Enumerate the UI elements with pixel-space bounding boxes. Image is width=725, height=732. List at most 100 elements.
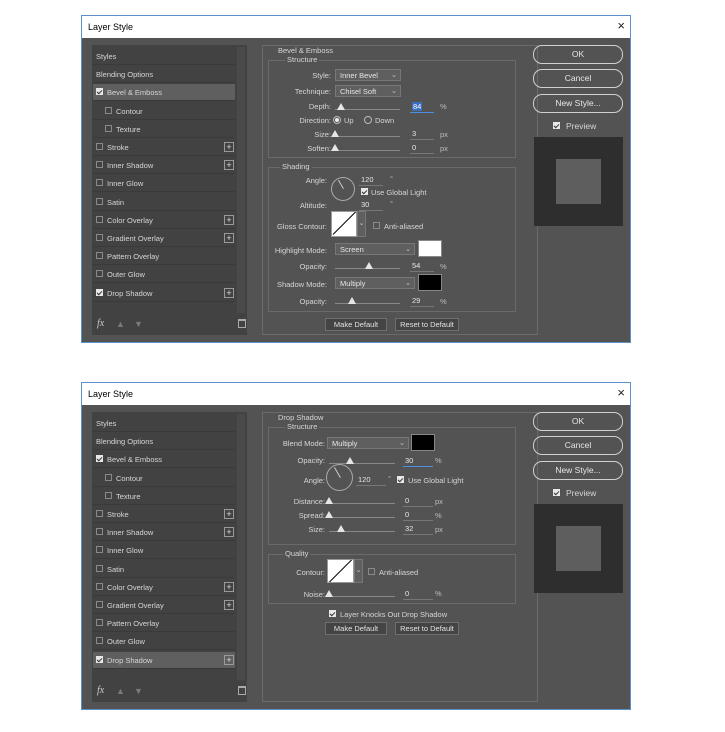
new-style-button[interactable]: New Style...	[533, 461, 623, 480]
style-item-satin[interactable]: Satin	[93, 561, 235, 578]
shadow-opacity-thumb[interactable]	[348, 297, 356, 304]
style-item-pattern-overlay[interactable]: Pattern Overlay	[93, 615, 235, 633]
style-checkbox[interactable]	[105, 124, 112, 132]
style-item-styles[interactable]: Styles	[93, 48, 235, 65]
reset-to-default-button[interactable]: Reset to Default	[395, 622, 459, 635]
style-checkbox[interactable]	[96, 143, 103, 150]
highlight-color-swatch[interactable]	[418, 240, 442, 257]
style-checkbox[interactable]	[96, 546, 103, 554]
style-item-inner-glow[interactable]: Inner Glow	[93, 175, 235, 193]
style-item-texture[interactable]: Texture	[93, 488, 235, 505]
style-checkbox[interactable]	[96, 601, 103, 608]
new-style-button[interactable]: New Style...	[533, 94, 623, 113]
fx-button[interactable]: fx	[97, 318, 104, 329]
cancel-button[interactable]: Cancel	[533, 436, 623, 455]
style-item-gradient-overlay[interactable]: Gradient Overlay +	[93, 597, 235, 614]
highlight-mode-select[interactable]: Screen ⌄	[335, 243, 415, 255]
angle-dial[interactable]	[331, 177, 355, 201]
style-item-contour[interactable]: Contour	[93, 103, 235, 120]
distance-field[interactable]: 0	[403, 496, 433, 507]
style-checkbox[interactable]	[105, 491, 112, 499]
style-checkbox[interactable]	[96, 637, 103, 645]
highlight-opacity-field[interactable]: 54	[410, 261, 434, 272]
spread-slider-thumb[interactable]	[325, 511, 333, 518]
style-checkbox[interactable]	[96, 510, 103, 517]
style-item-contour[interactable]: Contour	[93, 470, 235, 487]
global-light-checkbox[interactable]	[397, 476, 404, 483]
style-item-bevel-emboss[interactable]: Bevel & Emboss	[93, 84, 235, 102]
move-up-icon[interactable]: ▲	[116, 686, 125, 696]
size-field[interactable]: 3	[410, 129, 434, 140]
altitude-field[interactable]: 30	[359, 200, 383, 211]
add-effect-icon[interactable]: +	[224, 287, 234, 298]
add-effect-icon[interactable]: +	[224, 214, 234, 225]
style-checkbox[interactable]	[96, 197, 103, 205]
make-default-button[interactable]: Make Default	[325, 622, 387, 635]
move-down-icon[interactable]: ▼	[134, 686, 143, 696]
move-down-icon[interactable]: ▼	[134, 319, 143, 329]
style-checkbox[interactable]	[105, 473, 112, 481]
trash-icon[interactable]	[238, 686, 246, 695]
style-item-inner-glow[interactable]: Inner Glow	[93, 542, 235, 560]
add-effect-icon[interactable]: +	[224, 233, 234, 243]
direction-up-radio[interactable]	[333, 116, 341, 124]
style-checkbox[interactable]	[96, 270, 103, 278]
style-select[interactable]: Inner Bevel ⌄	[335, 69, 401, 81]
shadow-opacity-field[interactable]: 29	[410, 296, 434, 307]
chevron-down-icon[interactable]: ⌄	[354, 559, 363, 583]
close-icon[interactable]: ×	[617, 386, 625, 400]
direction-down-radio[interactable]	[364, 116, 372, 124]
add-effect-icon[interactable]: +	[224, 600, 234, 610]
style-item-inner-shadow[interactable]: Inner Shadow +	[93, 157, 235, 175]
move-up-icon[interactable]: ▲	[116, 319, 125, 329]
add-effect-icon[interactable]: +	[224, 527, 234, 538]
cancel-button[interactable]: Cancel	[533, 69, 623, 88]
opacity-slider-thumb[interactable]	[346, 457, 354, 464]
contour-picker[interactable]	[327, 559, 354, 583]
size-field[interactable]: 32	[403, 524, 433, 535]
size-slider-thumb[interactable]	[337, 525, 345, 532]
add-effect-icon[interactable]: +	[224, 654, 234, 665]
style-checkbox[interactable]	[96, 619, 103, 627]
global-light-checkbox[interactable]	[361, 188, 368, 195]
style-item-blending-options[interactable]: Blending Options	[93, 66, 235, 84]
styles-scrollbar[interactable]	[237, 414, 245, 680]
size-slider-thumb[interactable]	[331, 130, 339, 137]
style-item-gradient-overlay[interactable]: Gradient Overlay +	[93, 230, 235, 247]
shadow-color-swatch[interactable]	[418, 274, 442, 291]
style-item-outer-glow[interactable]: Outer Glow	[93, 266, 235, 284]
distance-slider-thumb[interactable]	[325, 497, 333, 504]
angle-field[interactable]: 120	[356, 475, 386, 486]
make-default-button[interactable]: Make Default	[325, 318, 387, 331]
noise-field[interactable]: 0	[403, 589, 433, 600]
angle-field[interactable]: 120	[359, 175, 383, 186]
style-item-satin[interactable]: Satin	[93, 194, 235, 211]
style-checkbox[interactable]	[96, 455, 103, 463]
style-item-texture[interactable]: Texture	[93, 121, 235, 138]
anti-aliased-checkbox[interactable]	[368, 568, 375, 575]
preview-checkbox[interactable]	[553, 122, 560, 129]
style-item-color-overlay[interactable]: Color Overlay +	[93, 579, 235, 596]
style-checkbox[interactable]	[105, 106, 112, 114]
chevron-down-icon[interactable]: ⌄	[357, 211, 366, 237]
style-checkbox[interactable]	[96, 234, 103, 241]
style-checkbox[interactable]	[96, 252, 103, 260]
style-item-color-overlay[interactable]: Color Overlay +	[93, 212, 235, 229]
shadow-mode-select[interactable]: Multiply ⌄	[335, 277, 415, 289]
spread-field[interactable]: 0	[403, 510, 433, 521]
style-item-outer-glow[interactable]: Outer Glow	[93, 633, 235, 651]
ok-button[interactable]: OK	[533, 412, 623, 431]
add-effect-icon[interactable]: +	[224, 581, 234, 592]
style-checkbox[interactable]	[96, 288, 103, 296]
style-item-blending-options[interactable]: Blending Options	[93, 433, 235, 451]
style-item-pattern-overlay[interactable]: Pattern Overlay	[93, 248, 235, 266]
style-checkbox[interactable]	[96, 161, 103, 169]
style-item-drop-shadow[interactable]: Drop Shadow +	[93, 285, 235, 302]
depth-slider-thumb[interactable]	[337, 103, 345, 110]
add-effect-icon[interactable]: +	[224, 142, 234, 152]
reset-to-default-button[interactable]: Reset to Default	[395, 318, 459, 331]
close-icon[interactable]: ×	[617, 19, 625, 33]
trash-icon[interactable]	[238, 319, 246, 328]
ok-button[interactable]: OK	[533, 45, 623, 64]
style-checkbox[interactable]	[96, 179, 103, 187]
